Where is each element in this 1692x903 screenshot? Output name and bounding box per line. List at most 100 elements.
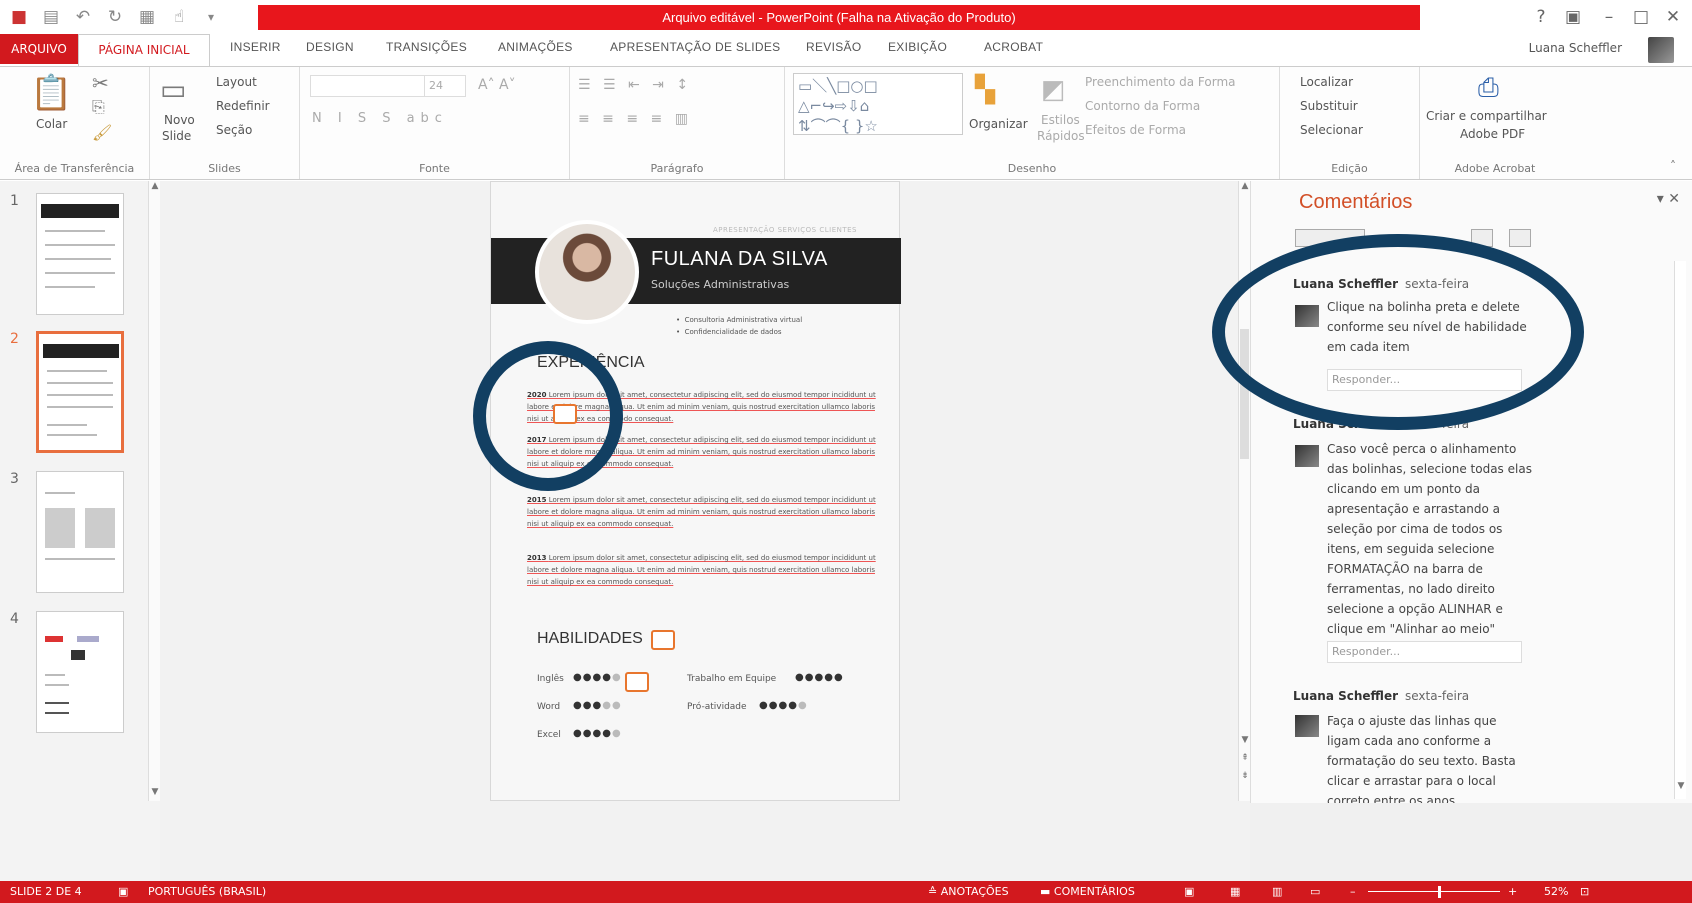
cut-icon[interactable]: ✂ [92,71,109,95]
reply-input[interactable]: Responder... [1327,369,1522,391]
skill-name[interactable]: Trabalho em Equipe [687,674,776,684]
user-name[interactable]: Luana Scheffler [1529,41,1622,55]
skill-dot-filled[interactable]: ● [573,728,583,739]
experience-heading[interactable]: EXPERIÊNCIA [537,354,645,372]
slide-name[interactable]: FULANA DA SILVA [651,248,828,271]
align-buttons[interactable]: ≡ ≡ ≡ ≡ ▥ [578,111,692,127]
skill-level-dots[interactable]: ●●●●● [795,672,844,683]
skill-dot-filled[interactable]: ● [788,700,798,711]
grow-font-icon[interactable]: A˄ A˅ [478,77,516,93]
comment-marker-icon[interactable] [625,672,649,692]
layout-button[interactable]: Layout [216,75,257,89]
skill-dot-filled[interactable]: ● [824,672,834,683]
new-comment-button[interactable] [1295,229,1365,247]
new-slide-label-2[interactable]: Slide [162,129,191,143]
skill-dot-filled[interactable]: ● [592,700,602,711]
comment-text[interactable]: Caso você perca o alinhamento das bolinh… [1327,439,1532,639]
skill-dot-filled[interactable]: ● [805,672,815,683]
normal-view-icon[interactable]: ▣ [1184,881,1194,903]
tab-file[interactable]: ARQUIVO [0,34,78,64]
experience-entry[interactable]: 2017 Lorem ipsum dolor sit amet, consect… [527,434,877,470]
comments-button[interactable]: ▬ COMENTÁRIOS [1040,881,1135,903]
skill-dot-filled[interactable]: ● [795,672,805,683]
skill-dot-filled[interactable]: ● [592,672,602,683]
customize-toolbar-icon[interactable]: ▾ [200,6,222,28]
skill-dot-filled[interactable]: ● [583,672,593,683]
copy-icon[interactable]: ⎘ [92,97,105,117]
find-button[interactable]: Localizar [1300,75,1353,89]
thumbnails-scrollbar[interactable]: ▲ ▼ [148,181,160,801]
tab-acrobat[interactable]: ACROBAT [984,40,1043,54]
skill-name[interactable]: Inglês [537,674,564,684]
notes-button[interactable]: ≙ ANOTAÇÕES [928,881,1009,903]
zoom-slider-thumb[interactable] [1438,886,1441,898]
present-icon[interactable]: ▦ [136,6,158,28]
maximize-button[interactable]: □ [1630,6,1652,28]
font-format-buttons[interactable]: N I S S abc [312,111,448,126]
skill-level-dots[interactable]: ●●●●● [573,728,622,739]
comments-scrollbar[interactable]: ▼ [1674,261,1686,799]
experience-entry[interactable]: 2020 Lorem ipsum dolor sit amet, consect… [527,389,877,425]
slide-sorter-icon[interactable]: ▦ [1230,881,1240,903]
quick-styles-icon[interactable]: ◩ [1041,75,1066,105]
skill-dot-empty[interactable]: ● [602,700,612,711]
skill-dot-filled[interactable]: ● [602,672,612,683]
quick-styles-label-2[interactable]: Rápidos [1037,129,1085,143]
section-button[interactable]: Seção [216,123,252,137]
close-button[interactable]: ✕ [1662,6,1684,28]
spellcheck-icon[interactable]: ▣ [118,881,128,903]
slideshow-icon[interactable]: ▭ [1310,881,1320,903]
skill-name[interactable]: Word [537,702,560,712]
skill-name[interactable]: Pró-atividade [687,702,747,712]
format-painter-icon[interactable]: 🖌 [92,123,112,142]
paste-label[interactable]: Colar [36,117,67,131]
skill-dot-filled[interactable]: ● [592,728,602,739]
touch-mode-icon[interactable]: ☝ [168,6,190,28]
comment-text[interactable]: Clique na bolinha preta e delete conform… [1327,297,1532,357]
tab-design[interactable]: DESIGN [306,40,354,54]
user-avatar[interactable] [1648,37,1674,63]
help-button[interactable]: ? [1530,6,1552,28]
font-name-input[interactable] [310,75,440,97]
save-icon[interactable]: ▤ [40,6,62,28]
ribbon-display-button[interactable]: ▣ [1562,6,1584,28]
skill-dot-empty[interactable]: ● [798,700,808,711]
shape-fill-button[interactable]: Preenchimento da Forma [1085,75,1236,89]
close-pane-icon[interactable]: ▾ ✕ [1657,191,1680,207]
tab-home[interactable]: PÁGINA INICIAL [78,34,210,66]
skill-level-dots[interactable]: ●●●●● [573,672,622,683]
skill-dot-filled[interactable]: ● [573,700,583,711]
experience-entry[interactable]: 2013 Lorem ipsum dolor sit amet, consect… [527,552,877,588]
skill-dot-empty[interactable]: ● [612,700,622,711]
reading-view-icon[interactable]: ▥ [1272,881,1282,903]
skill-dot-empty[interactable]: ● [612,672,622,683]
skill-name[interactable]: Excel [537,730,561,740]
skill-dot-filled[interactable]: ● [759,700,769,711]
minimize-button[interactable]: – [1598,6,1620,28]
skill-level-dots[interactable]: ●●●●● [573,700,622,711]
create-pdf-label-1[interactable]: Criar e compartilhar [1426,109,1547,123]
slide-thumbnail-3[interactable] [36,471,124,593]
collapse-ribbon-icon[interactable]: ˄ [1670,159,1676,173]
reply-input[interactable]: Responder... [1327,641,1522,663]
shape-outline-button[interactable]: Contorno da Forma [1085,99,1200,113]
quick-styles-label-1[interactable]: Estilos [1041,113,1080,127]
tab-insert[interactable]: INSERIR [230,40,281,54]
skill-dot-filled[interactable]: ● [769,700,779,711]
skill-dot-filled[interactable]: ● [602,728,612,739]
create-pdf-icon[interactable]: ⎙ [1478,73,1499,104]
zoom-out-icon[interactable]: – [1350,881,1356,903]
font-size-input[interactable]: 24 [424,75,466,97]
language-indicator[interactable]: PORTUGUÊS (BRASIL) [148,881,266,903]
experience-entry[interactable]: 2015 Lorem ipsum dolor sit amet, consect… [527,494,877,530]
tab-transitions[interactable]: TRANSIÇÕES [386,40,467,54]
list-buttons[interactable]: ☰ ☰ ⇤ ⇥ ↕ [578,77,692,93]
undo-icon[interactable]: ↶ [72,6,94,28]
create-pdf-label-2[interactable]: Adobe PDF [1460,127,1525,141]
select-button[interactable]: Selecionar [1300,123,1363,137]
arrange-icon[interactable]: ▚ [975,75,995,105]
skill-dot-filled[interactable]: ● [583,700,593,711]
slide-scrollbar[interactable]: ▲ ▼ ⇞ ⇟ [1238,181,1250,801]
tab-view[interactable]: EXIBIÇÃO [888,40,947,54]
skill-dot-filled[interactable]: ● [583,728,593,739]
